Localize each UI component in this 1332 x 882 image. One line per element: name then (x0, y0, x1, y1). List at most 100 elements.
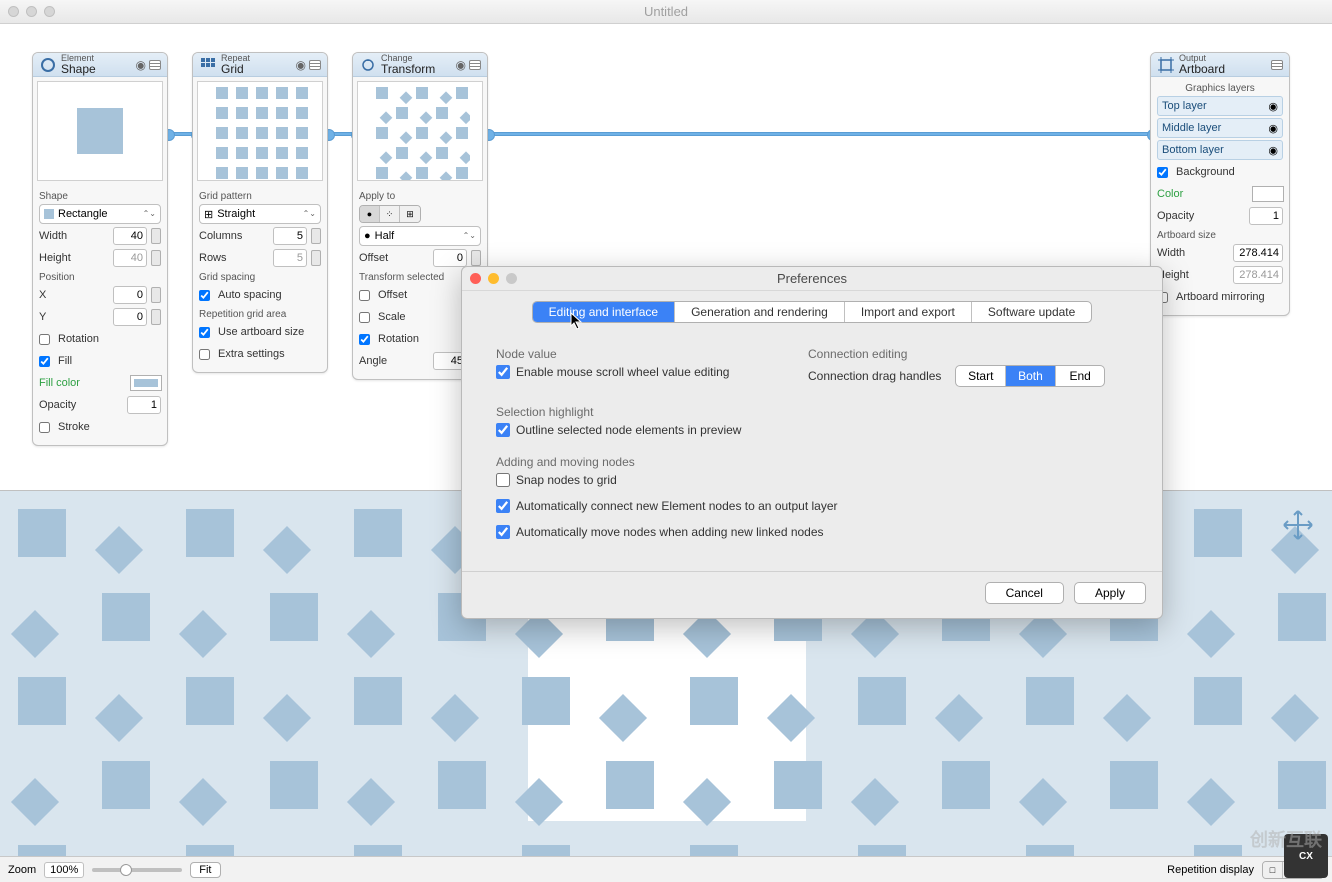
connection-cable[interactable] (488, 132, 1154, 136)
node-preview (37, 81, 163, 181)
stepper[interactable] (151, 250, 161, 266)
dialog-titlebar[interactable]: Preferences (462, 267, 1162, 291)
shape-select[interactable]: Rectangle (39, 204, 161, 224)
snap-checkbox[interactable] (496, 473, 510, 487)
middle-layer-item[interactable]: Middle layer (1162, 122, 1264, 134)
applyto-select[interactable]: ●Half (359, 226, 481, 246)
stepper[interactable] (311, 228, 321, 244)
tx-scale-checkbox[interactable] (359, 312, 370, 323)
node-grid[interactable]: RepeatGrid ◉ Grid pattern ⊞Straight Colu… (192, 52, 328, 373)
eye-icon[interactable]: ◉ (456, 58, 466, 72)
autospacing-checkbox[interactable] (199, 290, 210, 301)
tx-rotation-checkbox[interactable] (359, 334, 370, 345)
bgcolor-swatch[interactable] (1253, 187, 1283, 201)
width-input[interactable] (113, 227, 147, 245)
useartboard-checkbox[interactable] (199, 327, 210, 338)
menu-icon[interactable] (149, 60, 161, 70)
eye-icon[interactable]: ◉ (136, 58, 146, 72)
node-header[interactable]: ChangeTransform ◉ (353, 53, 487, 77)
drag-handles-label: Connection drag handles (808, 369, 941, 383)
drag-both-option[interactable]: Both (1006, 366, 1056, 386)
preferences-dialog: Preferences Editing and interface Genera… (461, 266, 1163, 619)
height-input[interactable] (113, 249, 147, 267)
drag-handles-selector[interactable]: Start Both End (955, 365, 1105, 387)
bottom-layer-item[interactable]: Bottom layer (1162, 144, 1264, 156)
outline-checkbox[interactable] (496, 423, 510, 437)
extra-checkbox[interactable] (199, 349, 210, 360)
node-preview (197, 81, 323, 181)
pattern-select[interactable]: ⊞Straight (199, 204, 321, 224)
artboard-opacity-input[interactable] (1249, 207, 1283, 225)
node-preview (357, 81, 483, 181)
fit-button[interactable]: Fit (190, 862, 220, 878)
zoom-label: Zoom (8, 864, 36, 876)
menu-icon[interactable] (1271, 60, 1283, 70)
applyto-icon-selector[interactable]: ●⁘⊞ (359, 205, 421, 223)
stepper[interactable] (151, 287, 161, 303)
tab-editing-interface[interactable]: Editing and interface (533, 302, 675, 322)
opacity-input[interactable] (127, 396, 161, 414)
offset-input[interactable] (433, 249, 467, 267)
shape-element-icon (39, 56, 57, 74)
single-icon: ● (360, 206, 380, 222)
tab-software-update[interactable]: Software update (972, 302, 1091, 322)
node-shape[interactable]: ElementShape ◉ Shape Rectangle Width Hei… (32, 52, 168, 446)
background-checkbox[interactable] (1157, 167, 1168, 178)
node-header[interactable]: RepeatGrid ◉ (193, 53, 327, 77)
section-heading: Adding and moving nodes (496, 455, 1128, 469)
grid-icon: ⊞ (400, 206, 420, 222)
rows-input[interactable] (273, 249, 307, 267)
stepper[interactable] (151, 228, 161, 244)
artboard-width-input[interactable] (1233, 244, 1283, 262)
rotation-checkbox[interactable] (39, 334, 50, 345)
dialog-title: Preferences (462, 271, 1162, 286)
eye-icon[interactable]: ◉ (1268, 122, 1278, 135)
tab-generation-rendering[interactable]: Generation and rendering (675, 302, 845, 322)
fillcolor-label: Fill color (39, 377, 127, 389)
columns-input[interactable] (273, 227, 307, 245)
status-bar: Zoom 100% Fit Repetition display □▦▩ (0, 856, 1332, 882)
drag-end-option[interactable]: End (1056, 366, 1105, 386)
zoom-slider[interactable] (92, 868, 182, 872)
section-heading: Selection highlight (496, 405, 1128, 419)
node-header[interactable]: OutputArtboard (1151, 53, 1289, 77)
y-input[interactable] (113, 308, 147, 326)
window-titlebar: Untitled (0, 0, 1332, 24)
tab-import-export[interactable]: Import and export (845, 302, 972, 322)
section-heading: Connection editing (808, 347, 1128, 361)
menu-icon[interactable] (469, 60, 481, 70)
stepper[interactable] (151, 309, 161, 325)
fillcolor-swatch[interactable] (131, 376, 161, 390)
window-title: Untitled (0, 4, 1332, 19)
eye-icon[interactable]: ◉ (296, 58, 306, 72)
artboard-height-input[interactable] (1233, 266, 1283, 284)
cancel-button[interactable]: Cancel (985, 582, 1064, 604)
eye-icon[interactable]: ◉ (1268, 100, 1278, 113)
grid-repeat-icon (199, 56, 217, 74)
stepper[interactable] (471, 250, 481, 266)
tx-offset-checkbox[interactable] (359, 290, 370, 301)
autoconnect-checkbox[interactable] (496, 499, 510, 513)
scroll-editing-checkbox[interactable] (496, 365, 510, 379)
menu-icon[interactable] (309, 60, 321, 70)
x-input[interactable] (113, 286, 147, 304)
top-layer-item[interactable]: Top layer (1162, 100, 1264, 112)
zoom-value[interactable]: 100% (44, 862, 84, 878)
watermark-text: 创新互联 (1250, 826, 1322, 852)
stroke-checkbox[interactable] (39, 422, 50, 433)
eye-icon[interactable]: ◉ (1268, 144, 1278, 157)
cluster-icon: ⁘ (380, 206, 400, 222)
node-artboard[interactable]: OutputArtboard Graphics layers Top layer… (1150, 52, 1290, 316)
fill-checkbox[interactable] (39, 356, 50, 367)
stepper[interactable] (311, 250, 321, 266)
drag-start-option[interactable]: Start (956, 366, 1006, 386)
artboard-output-icon (1157, 56, 1175, 74)
move-arrows-icon[interactable] (1282, 509, 1314, 546)
automove-checkbox[interactable] (496, 525, 510, 539)
apply-button[interactable]: Apply (1074, 582, 1146, 604)
prefs-tabs[interactable]: Editing and interface Generation and ren… (532, 301, 1093, 323)
section-heading: Node value (496, 347, 768, 361)
node-header[interactable]: ElementShape ◉ (33, 53, 167, 77)
repetition-display-label: Repetition display (1167, 864, 1254, 876)
transform-change-icon (359, 56, 377, 74)
